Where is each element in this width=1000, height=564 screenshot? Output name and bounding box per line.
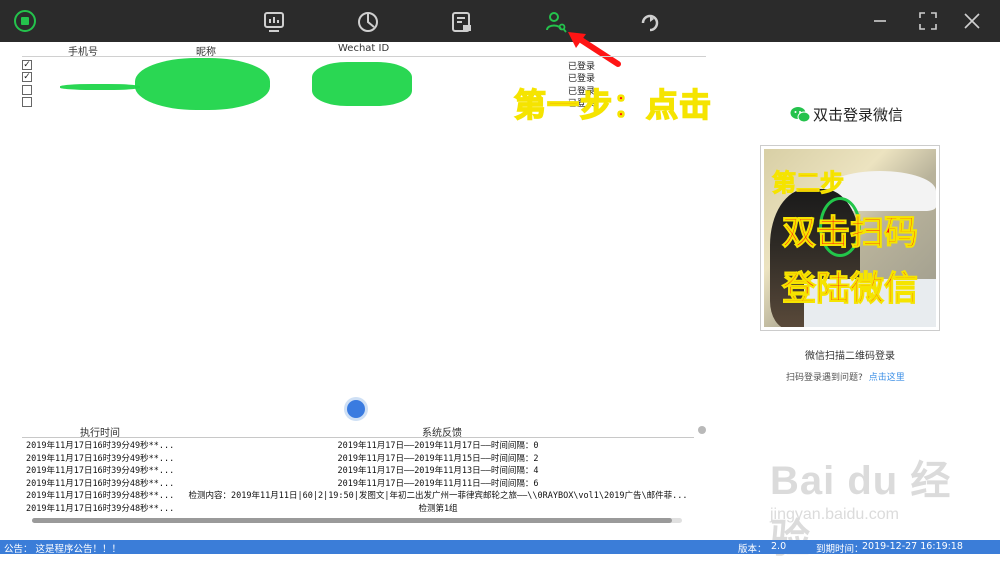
- account-checkbox[interactable]: [22, 97, 32, 107]
- redaction-scribble: [60, 84, 140, 90]
- expire-value: 2019-12-27 16:19:18: [862, 541, 963, 552]
- step2-annotation-line3: 登陆微信: [782, 269, 919, 310]
- wechat-icon: [790, 107, 810, 123]
- login-help: 扫码登录遇到问题? 点击这里: [786, 370, 905, 383]
- column-nickname: 昵称: [196, 47, 216, 58]
- log-row: 2019年11月17日16时39分48秒**... 检测内容：2019年11月1…: [26, 491, 688, 501]
- log-row: 2019年11月17日16时39分49秒**... 2019年11月17日——2…: [26, 466, 539, 476]
- horizontal-scrollbar[interactable]: [22, 516, 694, 524]
- log-row: 2019年11月17日16时39分49秒**... 2019年11月17日——2…: [26, 453, 539, 464]
- scrollbar-thumb[interactable]: [32, 518, 672, 523]
- qr-code-frame[interactable]: 第二步 双击扫码 登陆微信: [760, 145, 940, 331]
- log-table-header: 执行时间 系统反馈: [22, 423, 694, 439]
- account-checkbox[interactable]: ✓: [22, 72, 32, 82]
- log-row: 2019年11月17日16时39分48秒**... 检测第1组: [26, 503, 458, 514]
- help-link[interactable]: 点击这里: [869, 373, 905, 383]
- minimize-icon[interactable]: [870, 11, 890, 31]
- version-value: 2.0: [771, 541, 787, 552]
- status-bar: 公告： 这是程序公告！！！ 版本： 2.0 到期时间： 2019-12-27 1…: [0, 540, 1000, 555]
- log-row: 2019年11月17日16时39分48秒**... 2019年11月17日——2…: [26, 478, 539, 489]
- step2-annotation: 第二步: [772, 169, 845, 198]
- login-title: 双击登录微信: [813, 106, 904, 124]
- chart-icon[interactable]: [356, 10, 380, 34]
- qr-caption: 微信扫描二维码登录: [805, 351, 895, 362]
- login-help-text: 扫码登录遇到问题?: [786, 373, 863, 383]
- column-wechat-id: Wechat ID: [338, 43, 390, 54]
- watermark-url: jingyan.baidu.com: [770, 506, 899, 523]
- accounts-table-header: 手机号 昵称 Wechat ID: [22, 43, 706, 58]
- document-lock-icon[interactable]: [450, 10, 474, 34]
- step2-annotation-line2: 双击扫码: [782, 213, 919, 254]
- close-icon[interactable]: [962, 11, 982, 31]
- column-exec-time: 执行时间: [80, 428, 120, 439]
- log-list: 2019年11月17日16时39分49秒**... 2019年11月17日——2…: [22, 438, 694, 514]
- expire-label: 到期时间：: [816, 544, 864, 555]
- loading-indicator: [344, 397, 368, 421]
- notice-text: 公告： 这是程序公告！！！: [4, 544, 122, 555]
- fullscreen-icon[interactable]: [918, 11, 938, 31]
- title-bar: [0, 0, 1000, 42]
- account-checkbox[interactable]: [22, 85, 32, 95]
- app-logo-icon: [14, 10, 36, 32]
- column-phone: 手机号: [68, 47, 98, 58]
- vertical-scrollbar[interactable]: [698, 426, 706, 434]
- refresh-icon[interactable]: [638, 10, 662, 34]
- log-row: 2019年11月17日16时39分49秒**... 2019年11月17日——2…: [26, 441, 539, 451]
- version-label: 版本：: [738, 544, 767, 555]
- account-checkbox[interactable]: ✓: [22, 60, 32, 70]
- redaction-scribble: [312, 62, 412, 106]
- step1-annotation: 第一步：点击: [513, 85, 713, 125]
- redaction-scribble: [135, 58, 270, 110]
- qr-code-image[interactable]: 第二步 双击扫码 登陆微信: [764, 149, 936, 327]
- column-feedback: 系统反馈: [422, 428, 462, 439]
- baidu-watermark: Bai du 经验 jingyan.baidu.com: [770, 448, 990, 561]
- monitor-icon[interactable]: [262, 10, 286, 34]
